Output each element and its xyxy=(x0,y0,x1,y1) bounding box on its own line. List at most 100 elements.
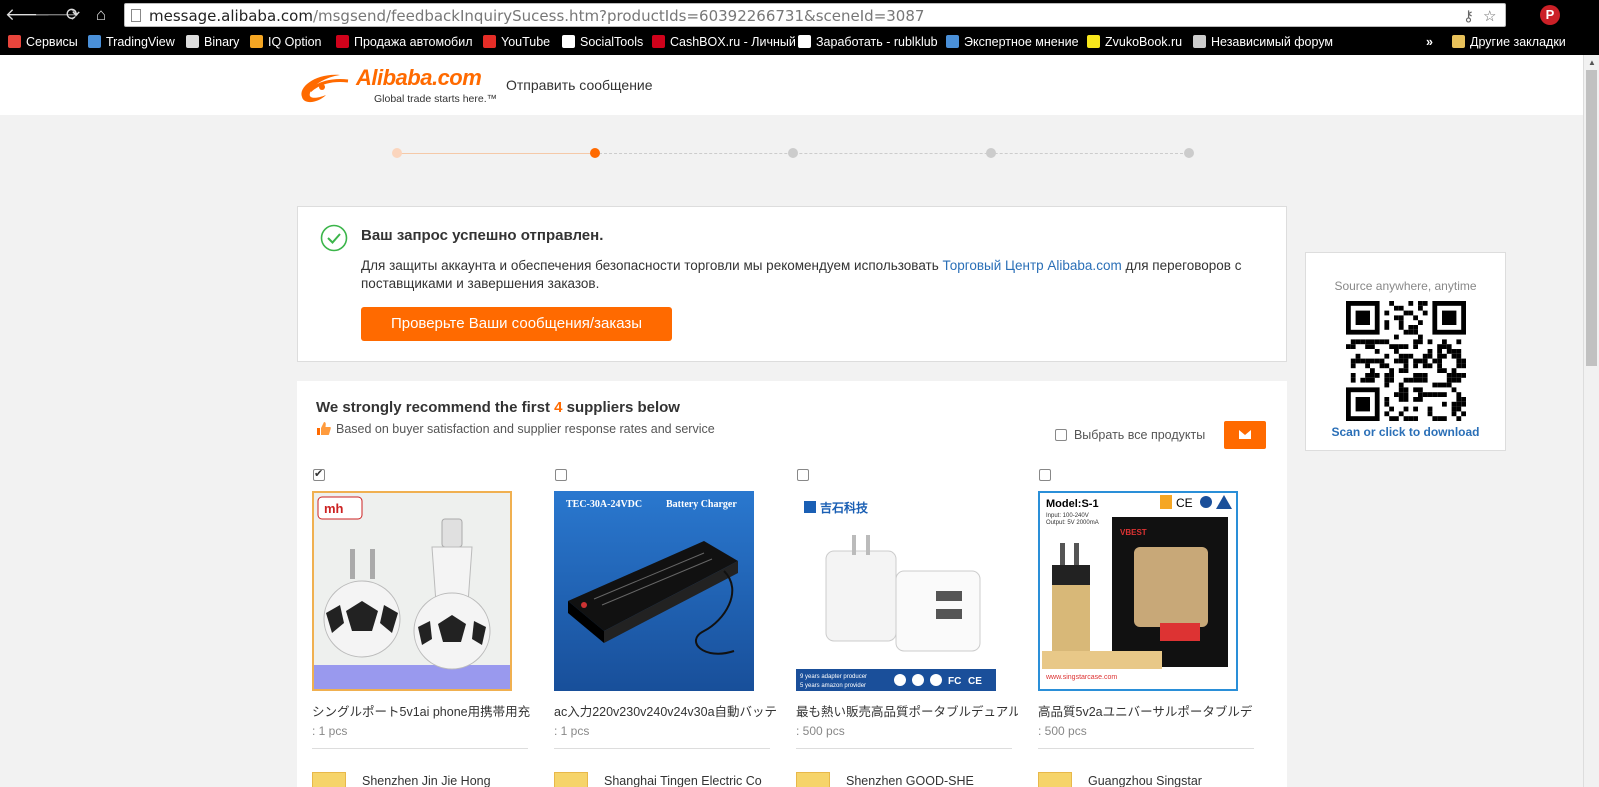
svg-text:VBEST: VBEST xyxy=(1120,528,1147,537)
url-text: message.alibaba.com/msgsend/feedbackInqu… xyxy=(149,7,925,25)
key-icon[interactable]: ⚷ xyxy=(1463,7,1474,25)
product-name[interactable]: 最も熱い販売高品質ポータブルデュアル xyxy=(796,701,1018,720)
bookmark-favicon-icon xyxy=(798,35,811,48)
bookmark-label: Экспертное мнение xyxy=(964,35,1079,49)
bookmark-favicon-icon xyxy=(562,35,575,48)
bookmark-item[interactable]: Независимый форум xyxy=(1193,34,1333,51)
bookmark-favicon-icon xyxy=(652,35,665,48)
product-card[interactable]: TEC-30A-24VDC Battery Charger ac入力220v23… xyxy=(554,468,776,787)
scroll-up-icon[interactable]: ▲ xyxy=(1588,58,1596,67)
folder-icon xyxy=(1452,35,1465,48)
supplier-name[interactable]: Shanghai Tingen Electric Co xyxy=(604,774,762,787)
bookmarks-bar: Сервисы TradingView Binary IQ Option Продажа… xyxy=(0,30,1599,55)
bookmark-item[interactable]: IQ Option xyxy=(250,34,322,51)
svg-text:Battery Charger: Battery Charger xyxy=(666,499,737,510)
thumbs-up-icon xyxy=(317,422,331,435)
product-quantity: : 500 pcs xyxy=(1038,724,1087,738)
page-icon xyxy=(131,9,141,22)
step-dot xyxy=(1184,148,1194,158)
envelope-icon xyxy=(1239,430,1251,439)
app-download-panel: Source anywhere, anytime Scan or click t… xyxy=(1305,252,1506,451)
select-all-products[interactable]: Выбрать все продукты xyxy=(1055,428,1205,442)
svg-text:mh: mh xyxy=(324,501,344,516)
page-scrollbar[interactable]: ▲ xyxy=(1583,55,1599,787)
bookmark-item[interactable]: YouTube xyxy=(483,34,550,51)
product-name[interactable]: シングルポート5v1ai phone用携帯用充 xyxy=(312,701,534,720)
supplier-name[interactable]: Shenzhen GOOD-SHE xyxy=(846,774,974,787)
step-dot xyxy=(392,148,402,158)
other-bookmarks-label: Другие закладки xyxy=(1470,35,1566,49)
product-name[interactable]: 高品質5v2aユニバーサルポータブルデ xyxy=(1038,701,1260,720)
bookmark-favicon-icon xyxy=(1087,35,1100,48)
recommend-title: We strongly recommend the first 4 suppli… xyxy=(316,399,680,416)
bookmark-label: IQ Option xyxy=(268,35,322,49)
svg-text:FC: FC xyxy=(948,676,961,687)
divider xyxy=(312,748,528,749)
product-card[interactable]: 吉石科技 9 years adapter producer 5 years am… xyxy=(796,468,1018,787)
page-title: Отправить сообщение xyxy=(506,77,653,93)
back-icon[interactable]: 🡐 xyxy=(5,4,51,26)
trade-center-link[interactable]: Торговый Центр Alibaba.com xyxy=(943,258,1122,273)
bookmark-label: Binary xyxy=(204,35,240,49)
bookmark-item[interactable]: Продажа автомобил xyxy=(336,34,472,51)
bookmark-label: Продажа автомобил xyxy=(354,35,473,49)
svg-text:吉石科技: 吉石科技 xyxy=(820,500,869,515)
supplier-name[interactable]: Shenzhen Jin Jie Hong xyxy=(362,774,491,787)
reload-icon[interactable]: ⟳ xyxy=(62,4,84,26)
product-image[interactable]: mh xyxy=(312,491,512,691)
svg-text:Model:S-1: Model:S-1 xyxy=(1046,498,1099,510)
product-name[interactable]: ac入力220v230v240v24v30a自動バッテ xyxy=(554,701,776,720)
bookmark-item[interactable]: SocialTools xyxy=(562,34,643,51)
step-dot xyxy=(788,148,798,158)
bookmark-item[interactable]: TradingView xyxy=(88,34,175,51)
product-checkbox[interactable] xyxy=(797,469,809,481)
qr-code-icon[interactable] xyxy=(1346,301,1466,421)
product-card[interactable]: mh シングルポート5v1ai phone用携帯用充 : 1 pcs xyxy=(312,467,534,787)
pinterest-icon[interactable]: P xyxy=(1540,5,1560,25)
supplier-name[interactable]: Guangzhou Singstar xyxy=(1088,774,1202,787)
success-message: Для защиты аккаунта и обеспечения безопа… xyxy=(361,258,1242,291)
star-icon[interactable]: ☆ xyxy=(1483,7,1496,25)
product-image[interactable]: TEC-30A-24VDC Battery Charger xyxy=(554,491,754,691)
success-panel: Ваш запрос успешно отправлен. Для защиты… xyxy=(297,206,1287,362)
check-messages-button[interactable]: Проверьте Ваши сообщения/заказы xyxy=(361,307,672,341)
step-dot xyxy=(986,148,996,158)
product-image[interactable]: 吉石科技 9 years adapter producer 5 years am… xyxy=(796,491,996,691)
logo-tagline: Global trade starts here.™ xyxy=(374,93,498,105)
scrollbar-thumb[interactable] xyxy=(1586,70,1597,366)
bookmark-item[interactable]: Binary xyxy=(186,34,239,51)
bookmark-label: Сервисы xyxy=(26,35,78,49)
bookmark-favicon-icon xyxy=(483,35,496,48)
bookmark-item[interactable]: Экспертное мнение xyxy=(946,34,1079,51)
svg-text:www.singstarcase.com: www.singstarcase.com xyxy=(1045,674,1117,681)
product-checkbox[interactable] xyxy=(1039,469,1051,481)
divider xyxy=(1038,748,1254,749)
step-line-done xyxy=(396,153,594,154)
svg-text:TEC-30A-24VDC: TEC-30A-24VDC xyxy=(566,499,642,510)
address-bar[interactable]: message.alibaba.com/msgsend/feedbackInqu… xyxy=(124,3,1506,27)
supplier-badge-icon xyxy=(796,772,830,787)
product-checkbox[interactable] xyxy=(555,469,567,481)
product-quantity: : 500 pcs xyxy=(796,724,845,738)
product-image[interactable]: Model:S-1 Input: 100-240V Output: 5V 200… xyxy=(1038,491,1238,691)
product-checkbox[interactable] xyxy=(313,467,325,481)
bookmark-item[interactable]: ZvukoBook.ru xyxy=(1087,34,1182,51)
svg-text:CE: CE xyxy=(1176,496,1193,510)
select-all-checkbox[interactable] xyxy=(1055,429,1067,441)
success-check-icon xyxy=(320,224,348,252)
alibaba-logo[interactable]: Alibaba.com Global trade starts here.™ xyxy=(296,65,506,107)
other-bookmarks-folder[interactable]: Другие закладки xyxy=(1452,34,1566,51)
svg-text:CE: CE xyxy=(968,676,982,687)
home-icon[interactable]: ⌂ xyxy=(90,4,112,26)
contact-selected-button[interactable] xyxy=(1224,421,1266,449)
bookmark-item[interactable]: Заработать - rublklub xyxy=(798,34,938,51)
bookmark-item[interactable]: Сервисы xyxy=(8,34,78,51)
forward-icon[interactable]: 🡒 xyxy=(34,4,80,26)
bookmark-label: ZvukoBook.ru xyxy=(1105,35,1183,49)
bookmark-label: TradingView xyxy=(106,35,175,49)
download-app-link[interactable]: Scan or click to download xyxy=(1306,425,1505,439)
bookmark-item[interactable]: CashBOX.ru - Личный xyxy=(652,34,796,51)
product-card[interactable]: Model:S-1 Input: 100-240V Output: 5V 200… xyxy=(1038,468,1260,787)
bookmarks-overflow-button[interactable]: » xyxy=(1426,34,1433,51)
product-quantity: : 1 pcs xyxy=(312,724,348,738)
